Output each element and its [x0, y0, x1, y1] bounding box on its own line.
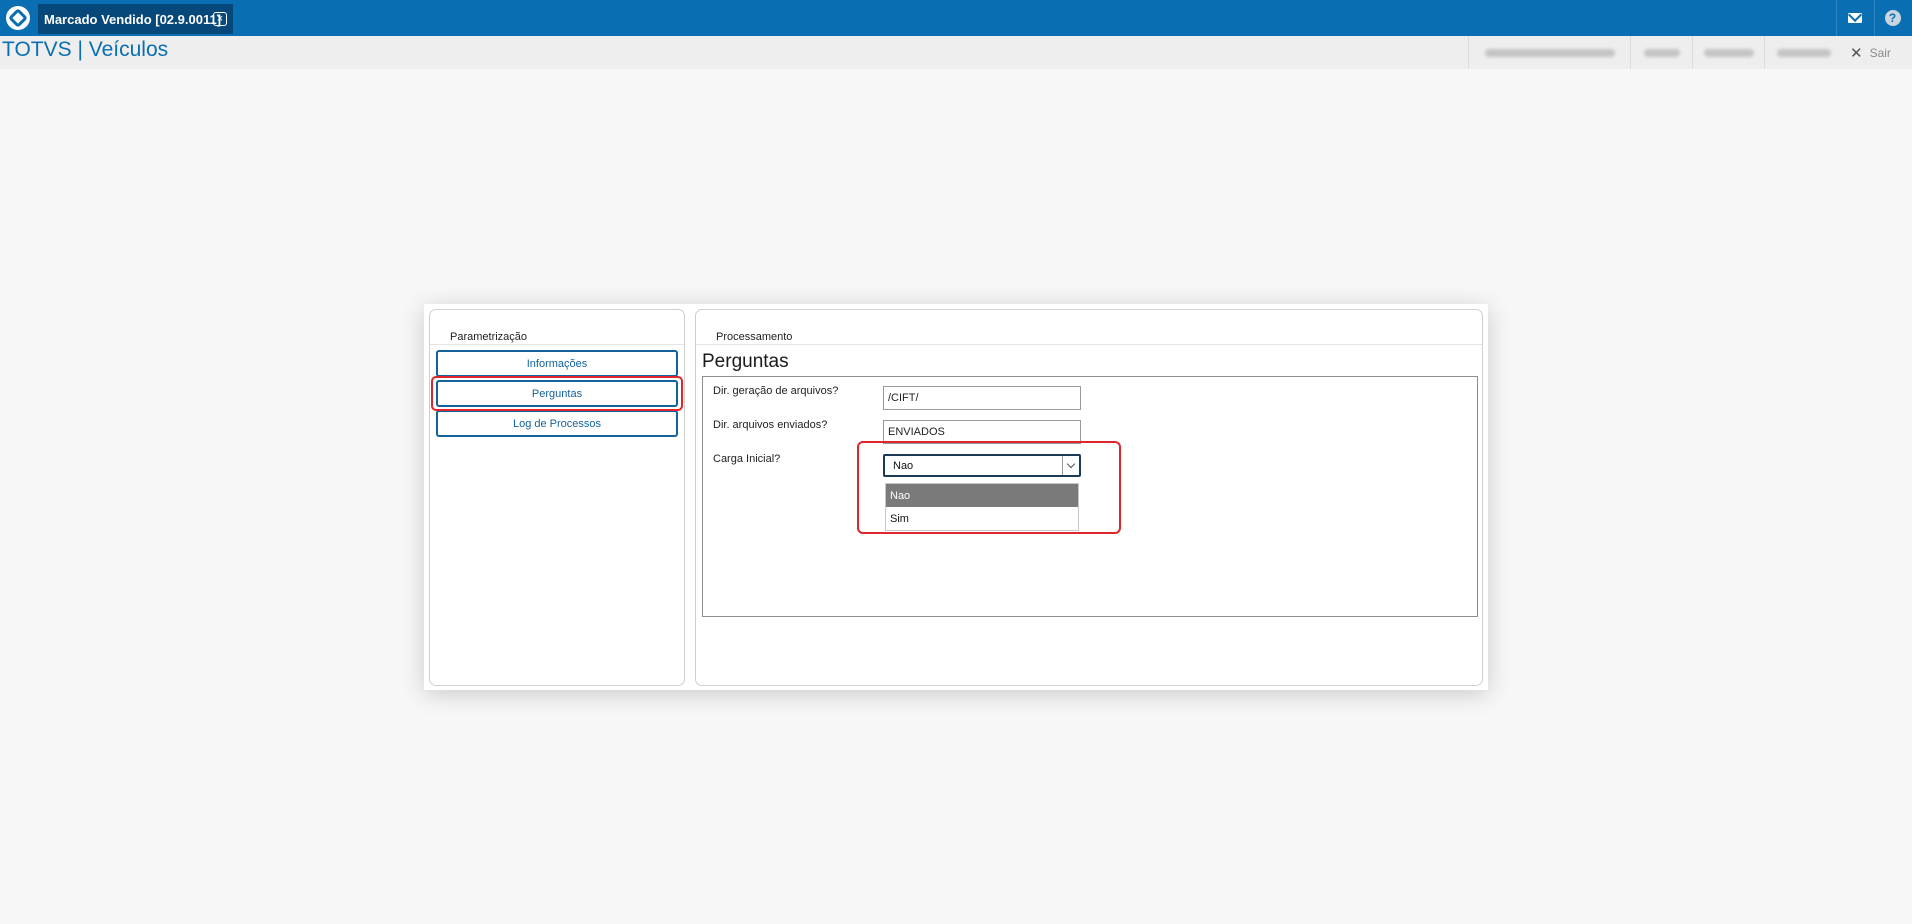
- environment-info: [1468, 36, 1630, 69]
- tab-marcado-vendido[interactable]: Marcado Vendido [02.9.0011] ×: [38, 4, 233, 34]
- user-info: [1630, 36, 1692, 69]
- panel-title: Parametrização: [450, 331, 528, 343]
- highlight-box: [431, 376, 683, 411]
- processamento-panel: Processamento Perguntas Dir. geração de …: [695, 309, 1483, 686]
- logout-label: Sair: [1869, 45, 1891, 60]
- informacoes-button[interactable]: Informações: [436, 350, 678, 377]
- branch-info: [1764, 36, 1842, 69]
- question-label: Carga Inicial?: [713, 453, 781, 465]
- parameter-dialog: Parametrização Informações Perguntas Log…: [424, 304, 1488, 690]
- section-title: Perguntas: [702, 351, 789, 372]
- top-bar: Marcado Vendido [02.9.0011] × ?: [0, 0, 1912, 36]
- question-label: Dir. arquivos enviados?: [713, 419, 828, 431]
- date-info: [1692, 36, 1764, 69]
- logout-button[interactable]: ✕ Sair: [1850, 36, 1891, 69]
- close-icon[interactable]: ×: [213, 12, 227, 26]
- help-icon: ?: [1884, 10, 1901, 26]
- highlight-box: [857, 441, 1121, 534]
- help-button[interactable]: ?: [1874, 0, 1910, 36]
- dir-geracao-input[interactable]: /CIFT/: [883, 386, 1081, 410]
- totvs-logo-icon[interactable]: [0, 0, 36, 36]
- parametrizacao-panel: Parametrização Informações Perguntas Log…: [429, 309, 685, 686]
- user-info-strip: [1468, 36, 1842, 69]
- app-brand: TOTVS | Veículos: [2, 38, 169, 61]
- mail-icon: [1847, 13, 1862, 23]
- question-label: Dir. geração de arquivos?: [713, 385, 839, 397]
- tab-title: Marcado Vendido [02.9.0011]: [44, 11, 222, 27]
- questions-form: Dir. geração de arquivos? /CIFT/ Dir. ar…: [702, 376, 1478, 617]
- panel-title: Processamento: [716, 331, 793, 343]
- close-icon: ✕: [1850, 44, 1863, 62]
- log-de-processos-button[interactable]: Log de Processos: [436, 410, 678, 437]
- mail-button[interactable]: [1836, 0, 1872, 36]
